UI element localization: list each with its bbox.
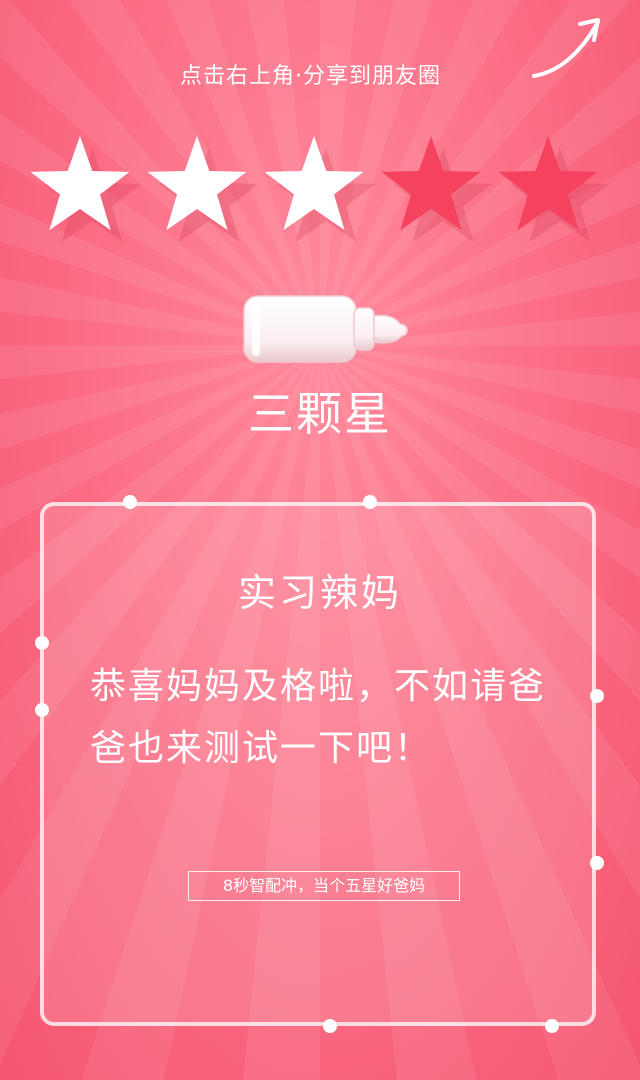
decor-dot	[363, 495, 377, 509]
arrow-up-right-icon[interactable]	[528, 14, 608, 84]
decor-dot	[35, 636, 49, 650]
decor-dot	[590, 689, 604, 703]
result-message: 恭喜妈妈及格啦，不如请爸爸也来测试一下吧！	[90, 666, 547, 769]
result-title: 实习辣妈	[237, 571, 402, 615]
decor-dot	[323, 1019, 337, 1033]
decor-dot	[123, 495, 137, 509]
decor-dot	[590, 856, 604, 870]
star-rating	[30, 136, 610, 243]
decor-dot	[35, 703, 49, 717]
baby-bottle-icon	[243, 295, 408, 363]
share-hint-text: 点击右上角·分享到朋友圈	[180, 64, 441, 89]
decor-dot	[545, 1019, 559, 1033]
slogan-badge: 8秒智配冲，当个五星好爸妈	[188, 871, 460, 901]
rating-label: 三颗星	[248, 387, 392, 441]
